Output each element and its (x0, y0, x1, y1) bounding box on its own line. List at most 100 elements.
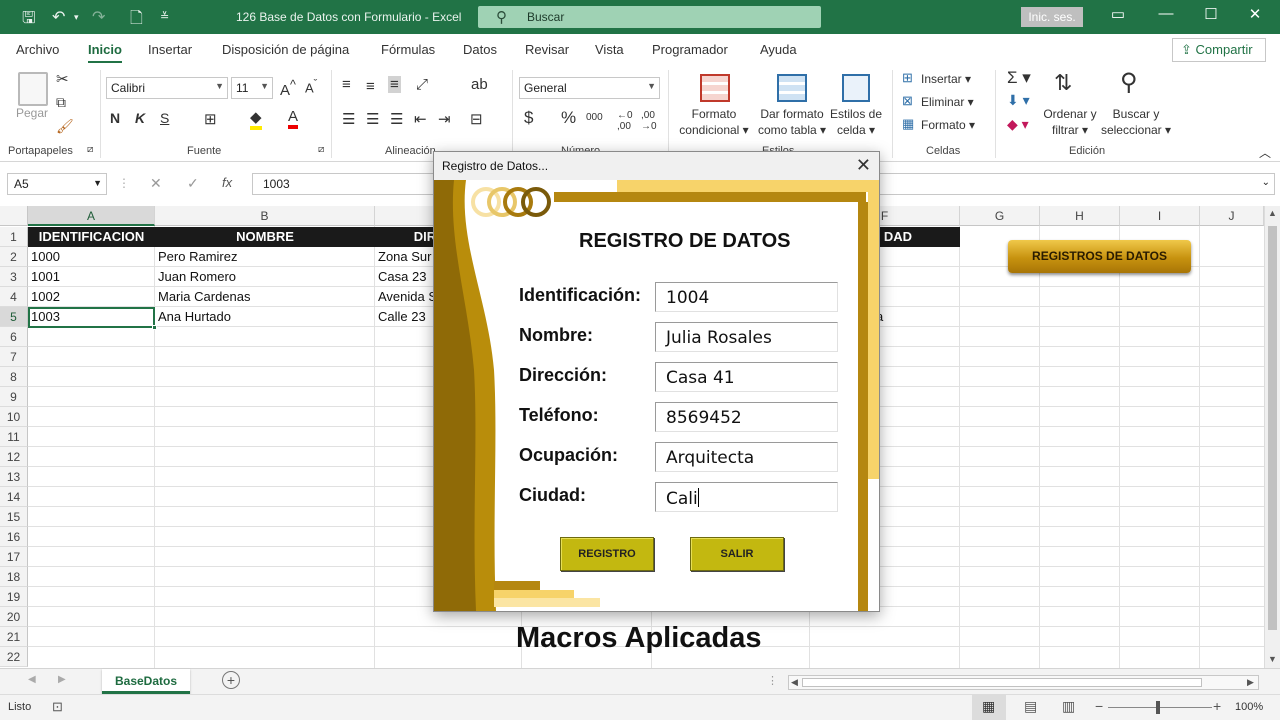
fill-icon[interactable]: ⬇ ▾ (1007, 92, 1030, 109)
tab-insertar[interactable]: Insertar (148, 42, 192, 57)
fill-color-icon[interactable]: ◆ (250, 108, 262, 130)
search-box[interactable]: ⚲ Buscar (478, 6, 821, 28)
row-header[interactable]: 5 (0, 307, 28, 327)
row-header[interactable]: 8 (0, 367, 28, 387)
format-cells-label[interactable]: Formato ▾ (921, 118, 975, 132)
row-header[interactable]: 17 (0, 547, 28, 567)
currency-icon[interactable]: $ (524, 108, 533, 128)
cell-styles-label[interactable]: Estilos de celda ▾ (826, 106, 886, 138)
align-middle-icon[interactable]: ≡ (366, 78, 375, 95)
clipboard-launcher-icon[interactable]: ⧄ (87, 144, 93, 155)
conditional-format-label[interactable]: Formato condicional ▾ (674, 106, 754, 138)
sign-in-button[interactable]: Inic. ses. (1021, 7, 1083, 27)
format-painter-icon[interactable]: 🖌 (56, 118, 74, 135)
orientation-icon[interactable]: ⤢ (416, 76, 428, 93)
page-break-icon[interactable]: ▥ (1062, 698, 1075, 715)
macro-record-icon[interactable]: ⊡ (52, 699, 63, 715)
new-file-icon[interactable]: 🗋 (130, 7, 143, 34)
underline-icon[interactable]: S (160, 110, 169, 126)
tab-ayuda[interactable]: Ayuda (760, 42, 797, 57)
align-right-icon[interactable]: ☰ (390, 110, 403, 128)
row-header[interactable]: 10 (0, 407, 28, 427)
zoom-slider-thumb[interactable] (1156, 701, 1160, 714)
identificacion-field[interactable]: 1004 (655, 282, 838, 312)
row-header[interactable]: 7 (0, 347, 28, 367)
row-header[interactable]: 1 (0, 227, 28, 247)
tab-formulas[interactable]: Fórmulas (381, 42, 435, 57)
row-header[interactable]: 18 (0, 567, 28, 587)
increase-indent-icon[interactable]: ⇥ (438, 110, 451, 128)
active-cell-selection[interactable] (28, 307, 155, 328)
clear-icon[interactable]: ◆ ▾ (1007, 116, 1029, 133)
ribbon-display-icon[interactable]: ▭ (1103, 5, 1133, 23)
table-cell[interactable]: Calle 23 (375, 307, 435, 327)
font-name-combo[interactable]: Calibri ▼ (106, 77, 228, 99)
table-cell[interactable]: Ana Hurtado (155, 307, 374, 327)
font-launcher-icon[interactable]: ⧄ (318, 144, 324, 155)
table-cell[interactable]: 1000 (28, 247, 154, 267)
cancel-icon[interactable]: ✕ (150, 175, 162, 192)
sort-filter-label[interactable]: Ordenar y filtrar ▾ (1038, 106, 1102, 138)
collapse-ribbon-icon[interactable]: ︿ (1259, 144, 1271, 161)
insert-function-icon[interactable]: fx (222, 175, 232, 190)
column-header-g[interactable]: G (960, 206, 1040, 226)
table-cell[interactable]: Avenida S (375, 287, 435, 307)
ciudad-field[interactable]: Cali (655, 482, 838, 512)
scroll-down-icon[interactable]: ▼ (1268, 654, 1277, 664)
zoom-level[interactable]: 100% (1235, 701, 1263, 713)
table-cell[interactable]: 1001 (28, 267, 154, 287)
format-cells-icon[interactable]: ▦ (902, 116, 914, 132)
minimize-button[interactable]: — (1151, 5, 1181, 22)
prev-sheet-icon[interactable]: ◀ (28, 674, 36, 685)
tab-archivo[interactable]: Archivo (16, 42, 59, 57)
zoom-out-icon[interactable]: − (1095, 698, 1103, 714)
expand-formula-icon[interactable]: ⌄ (1262, 177, 1270, 188)
select-all-corner[interactable] (0, 206, 28, 226)
row-header[interactable]: 2 (0, 247, 28, 267)
format-as-table-label[interactable]: Dar formato como tabla ▾ (752, 106, 832, 138)
increase-decimal-icon[interactable]: ←0,00 (617, 110, 633, 132)
close-window-button[interactable]: ✕ (1240, 5, 1270, 23)
row-header[interactable]: 20 (0, 607, 28, 627)
thousands-icon[interactable]: 000 (586, 112, 603, 123)
row-header[interactable]: 15 (0, 507, 28, 527)
font-size-combo[interactable]: 11 ▼ (231, 77, 273, 99)
column-header-j[interactable]: J (1200, 206, 1264, 226)
name-box[interactable]: A5 ▼ (7, 173, 107, 195)
row-header[interactable]: 22 (0, 647, 28, 667)
row-header[interactable]: 14 (0, 487, 28, 507)
sheet-tab-basedatos[interactable]: BaseDatos (102, 669, 190, 694)
delete-cells-label[interactable]: Eliminar ▾ (921, 95, 974, 109)
percent-icon[interactable]: % (561, 108, 576, 128)
maximize-button[interactable]: ☐ (1196, 5, 1226, 23)
scroll-up-icon[interactable]: ▲ (1268, 208, 1277, 218)
enter-icon[interactable]: ✓ (187, 175, 199, 192)
row-header[interactable]: 19 (0, 587, 28, 607)
salir-button[interactable]: SALIR (690, 537, 784, 571)
close-icon[interactable]: ✕ (856, 155, 871, 176)
scroll-left-icon[interactable]: ◀ (791, 677, 798, 688)
save-icon[interactable]: 🖫 (22, 7, 36, 34)
row-header[interactable]: 4 (0, 287, 28, 307)
align-bottom-icon[interactable]: ≡ (388, 76, 401, 93)
paste-icon[interactable] (18, 72, 48, 106)
font-color-icon[interactable]: A (288, 108, 299, 129)
redo-icon[interactable]: ↷ (92, 7, 105, 27)
table-cell[interactable]: 1002 (28, 287, 154, 307)
next-sheet-icon[interactable]: ▶ (58, 674, 66, 685)
borders-icon[interactable]: ⊞ (204, 110, 217, 128)
row-header[interactable]: 9 (0, 387, 28, 407)
bold-icon[interactable]: N (110, 110, 120, 126)
tab-disposicion[interactable]: Disposición de página (222, 42, 349, 57)
registros-de-datos-button[interactable]: REGISTROS DE DATOS (1008, 240, 1191, 273)
cut-icon[interactable]: ✂ (56, 70, 69, 88)
number-format-combo[interactable]: General ▼ (519, 77, 660, 99)
align-left-icon[interactable]: ☰ (342, 110, 355, 128)
copy-icon[interactable]: ⧉ (56, 94, 66, 111)
row-header[interactable]: 21 (0, 627, 28, 647)
insert-cells-label[interactable]: Insertar ▾ (921, 72, 971, 86)
find-select-label[interactable]: Buscar y seleccionar ▾ (1098, 106, 1174, 138)
table-cell[interactable]: Juan Romero (155, 267, 374, 287)
horizontal-scroll-thumb[interactable] (802, 678, 1202, 687)
conditional-format-icon[interactable] (700, 74, 730, 102)
